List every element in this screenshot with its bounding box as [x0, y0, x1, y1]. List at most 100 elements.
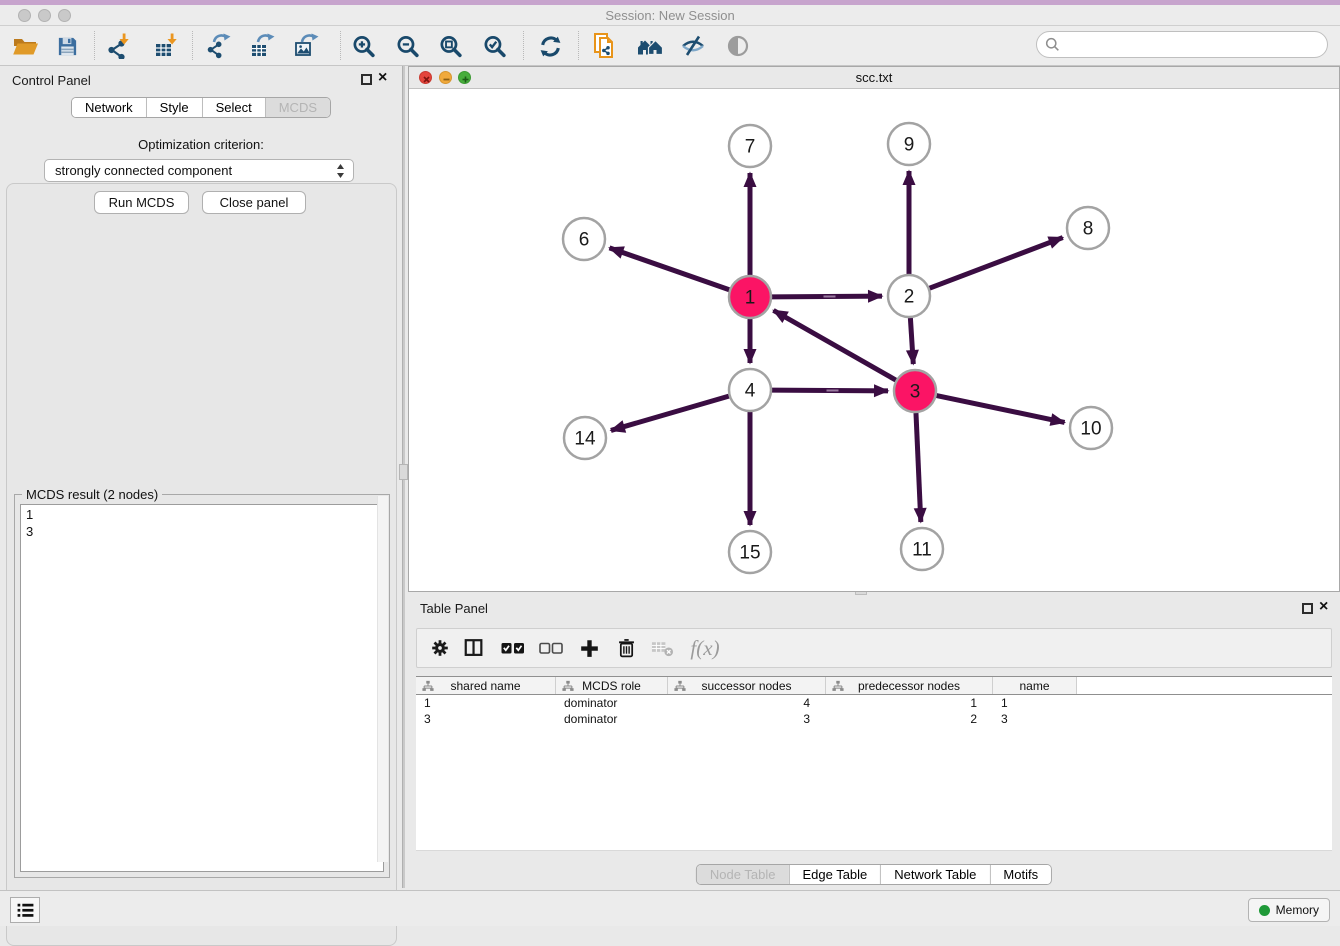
vertical-split-handle[interactable] — [399, 464, 408, 480]
edge-1-6[interactable] — [609, 248, 729, 290]
column-header-predecessor-nodes[interactable]: predecessor nodes — [826, 677, 993, 694]
mcds-result-scrollbar[interactable] — [377, 496, 388, 862]
open-session-button[interactable] — [6, 29, 44, 63]
table-body: 1dominator4113dominator323 — [416, 695, 1332, 727]
table-panel-close-button[interactable]: × — [1319, 601, 1328, 613]
cell-shared-name-row2[interactable]: 3 — [416, 711, 556, 727]
edge-4-14[interactable] — [611, 396, 729, 430]
select-all-button[interactable] — [496, 632, 530, 664]
zoom-fit-button[interactable] — [431, 29, 469, 63]
edge-2-3[interactable] — [910, 318, 913, 364]
hide-panel-button[interactable] — [719, 29, 757, 63]
toolbar-separator — [523, 31, 524, 60]
cell-predecessor-nodes-row1[interactable]: 1 — [826, 695, 993, 711]
zoom-selected-button[interactable] — [475, 29, 513, 63]
cell-successor-nodes-row2[interactable]: 3 — [668, 711, 826, 727]
tab-select[interactable]: Select — [202, 98, 265, 117]
export-table-button[interactable] — [244, 29, 282, 63]
column-header-name[interactable]: name — [993, 677, 1077, 694]
tab-edge-table[interactable]: Edge Table — [788, 865, 880, 884]
function-builder-button[interactable]: f(x) — [683, 632, 727, 664]
node-label-14: 14 — [574, 429, 596, 450]
memory-status-icon — [1259, 905, 1270, 916]
cell-successor-nodes-row1[interactable]: 4 — [668, 695, 826, 711]
memory-button[interactable]: Memory — [1248, 898, 1330, 922]
column-settings-button[interactable] — [423, 632, 457, 664]
tab-motifs[interactable]: Motifs — [989, 865, 1051, 884]
edge-label-tick — [827, 390, 839, 392]
column-header-shared-name[interactable]: shared name — [416, 677, 556, 694]
table-panel-float-button[interactable] — [1302, 603, 1313, 614]
delete-table-button[interactable] — [645, 632, 679, 664]
table-row[interactable]: 1dominator411 — [416, 695, 1332, 711]
import-table-icon — [154, 33, 180, 59]
cell-predecessor-nodes-row2[interactable]: 2 — [826, 711, 993, 727]
edge-3-10[interactable] — [937, 396, 1065, 423]
first-neighbors-button[interactable] — [631, 29, 669, 63]
tab-network[interactable]: Network — [72, 98, 146, 117]
column-header-MCDS-role[interactable]: MCDS role — [556, 677, 668, 694]
close-panel-button[interactable]: Close panel — [202, 191, 306, 214]
add-row-button[interactable] — [572, 632, 606, 664]
zoom-in-button[interactable] — [344, 29, 382, 63]
trash-icon — [616, 637, 637, 659]
delete-table-icon — [651, 638, 674, 658]
delete-row-button[interactable] — [609, 632, 643, 664]
eye-ball-icon — [726, 34, 750, 58]
column-type-icon — [562, 680, 574, 692]
node-label-8: 8 — [1083, 219, 1094, 240]
run-mcds-button[interactable]: Run MCDS — [94, 191, 189, 214]
columns-icon — [463, 637, 485, 659]
node-label-6: 6 — [579, 230, 590, 251]
zoom-fit-icon — [438, 34, 463, 59]
split-view-button[interactable] — [457, 632, 491, 664]
save-session-button[interactable] — [48, 29, 86, 63]
node-label-11: 11 — [912, 540, 932, 561]
search-input[interactable] — [1065, 37, 1327, 52]
import-table-button[interactable] — [148, 29, 186, 63]
deselect-all-button[interactable] — [534, 632, 568, 664]
tab-mcds[interactable]: MCDS — [265, 98, 330, 117]
export-network-button[interactable] — [200, 29, 238, 63]
column-header-successor-nodes[interactable]: successor nodes — [668, 677, 826, 694]
cell-name-row2[interactable]: 3 — [993, 711, 1077, 727]
mcds-result-textarea[interactable]: 1 3 — [20, 504, 384, 872]
column-header-label: successor nodes — [701, 679, 791, 693]
cell-shared-name-row1[interactable]: 1 — [416, 695, 556, 711]
tab-node-table[interactable]: Node Table — [697, 865, 789, 884]
edge-3-1[interactable] — [773, 310, 895, 380]
node-label-3: 3 — [910, 382, 921, 403]
fx-icon: f(x) — [690, 636, 719, 661]
node-label-2: 2 — [904, 287, 915, 308]
search-field[interactable] — [1036, 31, 1328, 58]
network-canvas[interactable]: 7968124314101511 — [409, 89, 1339, 591]
tab-network-table[interactable]: Network Table — [880, 865, 989, 884]
edge-2-8[interactable] — [930, 238, 1063, 289]
toolbar-separator — [192, 31, 193, 60]
control-panel-tabs: NetworkStyleSelectMCDS — [71, 97, 331, 118]
column-header-label: MCDS role — [582, 679, 641, 693]
control-panel: Control Panel × NetworkStyleSelectMCDS O… — [0, 66, 402, 888]
main-toolbar — [0, 26, 1340, 66]
control-panel-float-button[interactable] — [361, 74, 372, 85]
export-network-icon — [206, 33, 232, 59]
edge-3-11[interactable] — [916, 413, 921, 522]
zoom-out-button[interactable] — [388, 29, 426, 63]
new-network-from-selection-button[interactable] — [586, 29, 624, 63]
cell-name-row1[interactable]: 1 — [993, 695, 1077, 711]
network-graph[interactable]: 7968124314101511 — [409, 89, 1339, 591]
export-image-button[interactable] — [288, 29, 326, 63]
show-graphics-details-button[interactable] — [674, 29, 712, 63]
cell-MCDS-role-row2[interactable]: dominator — [556, 711, 668, 727]
toolbar-separator — [340, 31, 341, 60]
control-panel-close-button[interactable]: × — [378, 72, 387, 84]
cell-MCDS-role-row1[interactable]: dominator — [556, 695, 668, 711]
table-row[interactable]: 3dominator323 — [416, 711, 1332, 727]
optimization-criterion-dropdown[interactable]: strongly connected component — [44, 159, 354, 182]
task-history-button[interactable] — [10, 897, 40, 923]
dropdown-stepper-icon — [336, 163, 345, 179]
tab-style[interactable]: Style — [146, 98, 202, 117]
save-floppy-icon — [56, 35, 79, 58]
import-network-button[interactable] — [100, 29, 138, 63]
apply-layout-button[interactable] — [531, 29, 569, 63]
